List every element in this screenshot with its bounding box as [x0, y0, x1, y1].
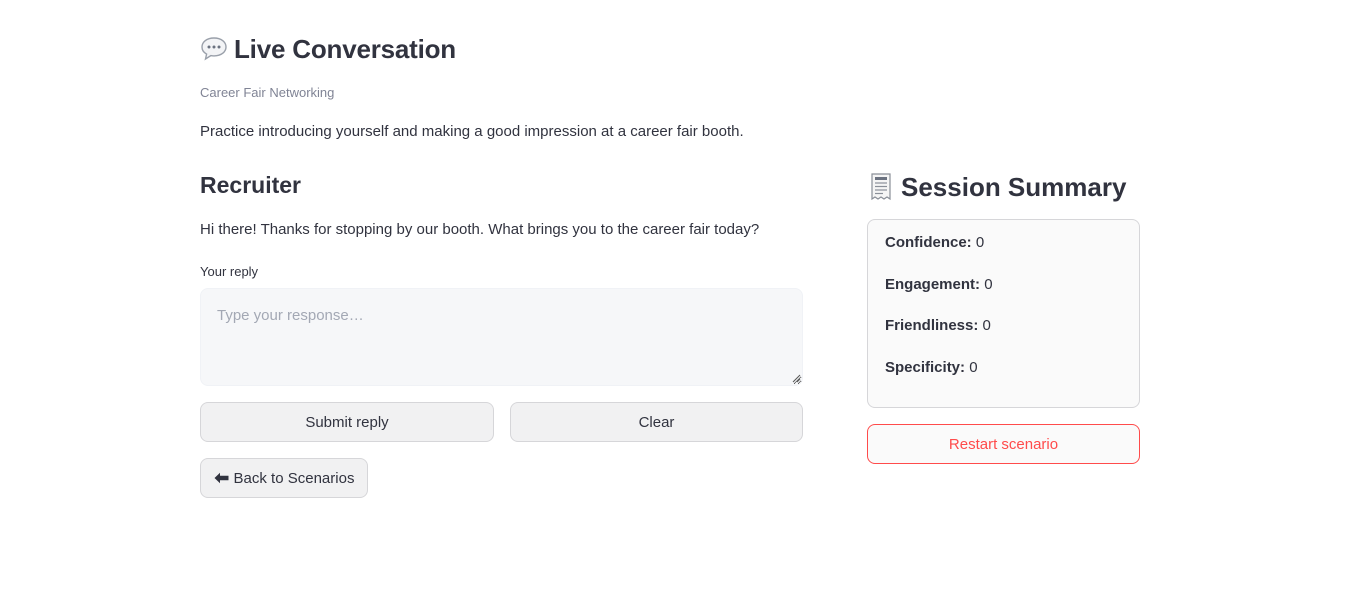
submit-reply-label: Submit reply	[305, 413, 389, 431]
clear-button[interactable]: Clear	[510, 402, 803, 442]
page-title: Live Conversation	[234, 33, 456, 64]
reply-label: Your reply	[200, 264, 259, 279]
metric-value: 0	[982, 317, 991, 334]
speaker-heading: Recruiter	[200, 172, 301, 198]
summary-header: Session Summary	[869, 170, 1126, 204]
metric-friendliness: Friendliness: 0	[885, 317, 991, 334]
metric-value: 0	[969, 359, 978, 376]
reply-textarea[interactable]	[200, 288, 803, 386]
left-arrow-icon	[214, 472, 229, 484]
metric-label: Friendliness:	[885, 317, 979, 334]
app-page: Live Conversation Career Fair Networking…	[0, 0, 1369, 603]
receipt-icon	[871, 173, 891, 201]
resize-handle-icon[interactable]	[792, 374, 801, 383]
metric-value: 0	[975, 234, 985, 251]
back-to-scenarios-button[interactable]: Back to Scenarios	[200, 458, 368, 498]
speech-bubble-icon	[201, 37, 227, 61]
metric-label: Engagement:	[885, 276, 981, 293]
metric-engagement: Engagement: 0	[885, 276, 993, 293]
restart-scenario-button[interactable]: Restart scenario	[867, 424, 1140, 464]
back-to-scenarios-label: Back to Scenarios	[233, 469, 355, 487]
page-header: Live Conversation	[200, 30, 456, 68]
metric-label: Confidence:	[885, 234, 972, 251]
session-summary-panel: Confidence: 0 Engagement: 0 Friendliness…	[867, 219, 1140, 408]
metric-label: Specificity:	[885, 359, 966, 376]
metric-value: 0	[984, 276, 993, 293]
summary-title: Session Summary	[901, 171, 1127, 202]
metric-confidence: Confidence: 0	[885, 234, 984, 251]
clear-label: Clear	[638, 413, 675, 431]
speaker-message: Hi there! Thanks for stopping by our boo…	[200, 221, 760, 238]
scenario-caption: Career Fair Networking	[200, 85, 335, 100]
scenario-description: Practice introducing yourself and making…	[200, 123, 744, 140]
restart-scenario-label: Restart scenario	[948, 435, 1059, 453]
metric-specificity: Specificity: 0	[885, 359, 978, 376]
submit-reply-button[interactable]: Submit reply	[200, 402, 494, 442]
